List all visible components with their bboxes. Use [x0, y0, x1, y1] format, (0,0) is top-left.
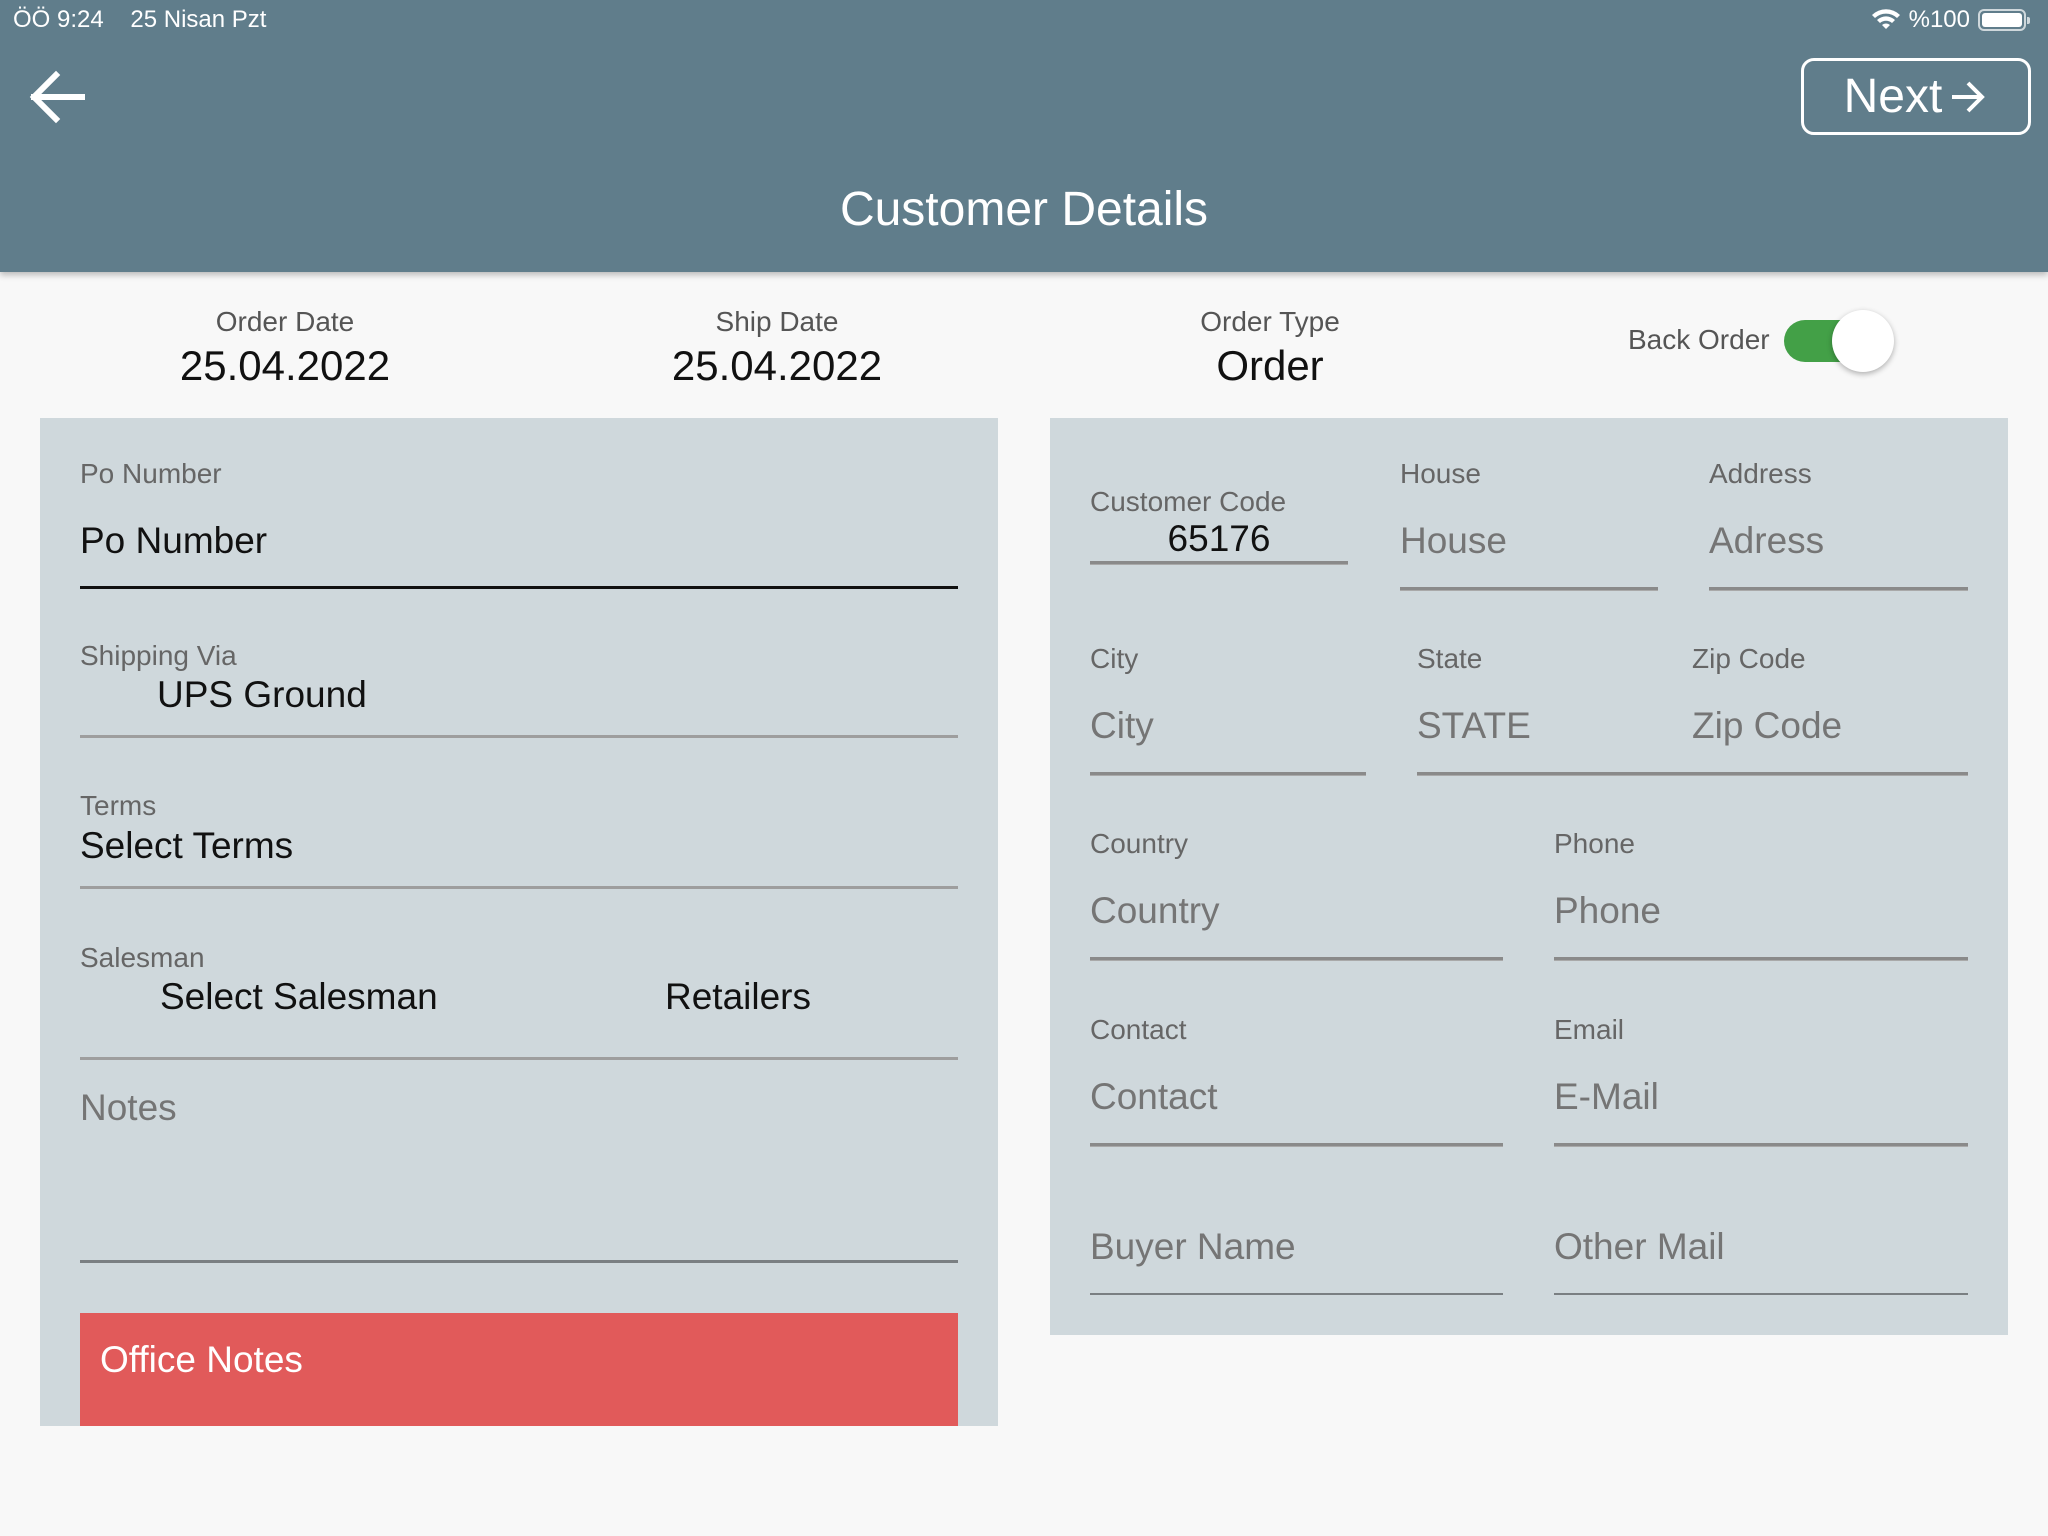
- ship-date-label: Ship Date: [715, 306, 839, 337]
- back-order: Back Order: [1628, 310, 1894, 372]
- state-input[interactable]: STATE: [1417, 705, 1531, 747]
- contact-underline: [1090, 1143, 1503, 1146]
- back-button[interactable]: [26, 66, 88, 128]
- salesman-select[interactable]: Select Salesman: [160, 976, 438, 1018]
- email-input[interactable]: E-Mail: [1554, 1076, 1659, 1118]
- city-input[interactable]: City: [1090, 705, 1154, 747]
- status-bar-left: ÖÖ 9:24 25 Nisan Pzt: [13, 6, 286, 34]
- next-label: Next: [1843, 70, 1943, 123]
- back-order-label: Back Order: [1628, 324, 1770, 355]
- terms-underline: [80, 886, 958, 889]
- order-date-value: 25.04.2022: [179, 342, 391, 389]
- customer-code-underline: [1090, 561, 1348, 564]
- order-type-label: Order Type: [1200, 306, 1340, 337]
- other-mail-underline: [1554, 1293, 1968, 1295]
- po-number-input[interactable]: Po Number: [80, 520, 267, 562]
- email-underline: [1554, 1143, 1968, 1146]
- customer-code-label: Customer Code: [1090, 486, 1287, 517]
- status-bar-right: %100: [1871, 6, 2030, 34]
- customer-group-select[interactable]: Retailers: [665, 976, 811, 1018]
- zip-code-label: Zip Code: [1692, 643, 1806, 674]
- wifi-icon: [1871, 9, 1900, 29]
- shipping-via-label: Shipping Via: [80, 640, 237, 671]
- shipping-via-underline: [80, 735, 958, 738]
- po-number-underline: [80, 586, 958, 589]
- city-label: City: [1090, 643, 1139, 674]
- phone-underline: [1554, 957, 1968, 960]
- house-input[interactable]: House: [1400, 520, 1507, 562]
- buyer-name-input[interactable]: Buyer Name: [1090, 1226, 1296, 1268]
- order-type[interactable]: Order Type Order: [1145, 306, 1395, 390]
- office-notes-button[interactable]: Office Notes: [80, 1313, 958, 1426]
- customer-code-input[interactable]: 65176: [1090, 518, 1348, 560]
- state-zip-underline: [1417, 772, 1968, 775]
- status-time: ÖÖ 9:24: [13, 6, 104, 33]
- country-label: Country: [1090, 828, 1189, 859]
- arrow-right-icon: [1952, 81, 1986, 112]
- toggle-knob: [1831, 310, 1894, 372]
- address-underline: [1709, 587, 1968, 590]
- state-label: State: [1417, 643, 1483, 674]
- office-notes-label: Office Notes: [100, 1339, 303, 1380]
- address-input[interactable]: Adress: [1709, 520, 1824, 562]
- house-label: House: [1400, 458, 1481, 489]
- terms-select[interactable]: Select Terms: [80, 825, 293, 867]
- arrow-left-icon: [29, 70, 85, 124]
- order-date-label: Order Date: [215, 306, 355, 337]
- terms-label: Terms: [80, 790, 157, 821]
- ship-date-value: 25.04.2022: [671, 342, 883, 389]
- order-type-value: Order: [1216, 342, 1324, 389]
- salesman-label: Salesman: [80, 942, 205, 973]
- notes-underline: [80, 1260, 958, 1263]
- ship-date[interactable]: Ship Date 25.04.2022: [652, 306, 902, 390]
- address-label: Address: [1709, 458, 1812, 489]
- app-header: ÖÖ 9:24 25 Nisan Pzt %100 Next Customer …: [0, 0, 2048, 272]
- shipping-via-select[interactable]: UPS Ground: [157, 674, 367, 716]
- notes-input[interactable]: Notes: [80, 1087, 177, 1129]
- country-input[interactable]: Country: [1090, 890, 1220, 932]
- battery-percent: %100: [1908, 6, 1970, 33]
- phone-label: Phone: [1554, 828, 1635, 859]
- phone-input[interactable]: Phone: [1554, 890, 1661, 932]
- email-label: Email: [1554, 1014, 1625, 1045]
- order-details-panel: [40, 418, 998, 1426]
- contact-label: Contact: [1090, 1014, 1187, 1045]
- next-button[interactable]: Next: [1801, 58, 2031, 135]
- contact-input[interactable]: Contact: [1090, 1076, 1218, 1118]
- battery-icon: [1978, 9, 2030, 31]
- salesman-underline: [80, 1057, 958, 1060]
- other-mail-input[interactable]: Other Mail: [1554, 1226, 1725, 1268]
- order-date[interactable]: Order Date 25.04.2022: [160, 306, 410, 390]
- buyer-name-underline: [1090, 1293, 1503, 1295]
- status-date: 25 Nisan Pzt: [130, 6, 267, 33]
- page-title: Customer Details: [839, 183, 1209, 236]
- country-underline: [1090, 957, 1503, 960]
- back-order-toggle[interactable]: [1783, 310, 1894, 372]
- zip-code-input[interactable]: Zip Code: [1692, 705, 1842, 747]
- city-underline: [1090, 772, 1366, 775]
- po-number-label: Po Number: [80, 458, 222, 489]
- house-underline: [1400, 587, 1658, 590]
